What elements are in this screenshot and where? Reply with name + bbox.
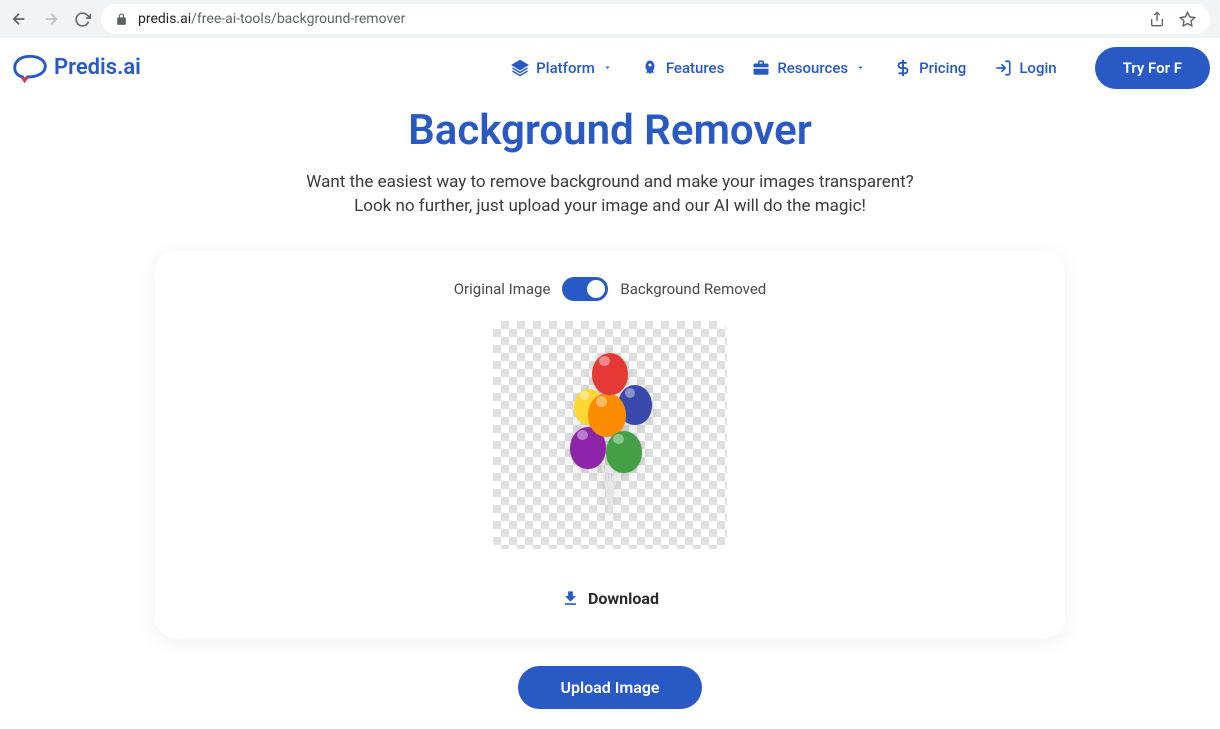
balloon-green xyxy=(606,431,642,473)
caret-down-icon xyxy=(602,62,613,73)
back-button[interactable] xyxy=(10,10,28,28)
image-preview xyxy=(493,321,727,549)
toggle-label-removed: Background Removed xyxy=(620,280,766,298)
star-icon[interactable] xyxy=(1179,11,1196,28)
nav-platform[interactable]: Platform xyxy=(511,59,613,77)
view-toggle[interactable] xyxy=(562,277,608,301)
nav-resources-label: Resources xyxy=(777,59,848,77)
page-subtitle: Want the easiest way to remove backgroun… xyxy=(20,171,1200,219)
balloons-image xyxy=(550,345,670,525)
nav-resources[interactable]: Resources xyxy=(752,59,866,77)
toggle-label-original: Original Image xyxy=(454,280,551,298)
result-card: Original Image Background Removed xyxy=(155,251,1065,638)
login-icon xyxy=(994,59,1012,77)
url-host: predis.ai xyxy=(138,11,191,27)
nav-pricing-label: Pricing xyxy=(919,59,966,77)
address-bar[interactable]: predis.ai/free-ai-tools/background-remov… xyxy=(101,4,1210,34)
upload-image-button[interactable]: Upload Image xyxy=(518,666,701,709)
page-title: Background Remover xyxy=(20,106,1200,155)
lock-icon xyxy=(115,13,128,26)
reload-button[interactable] xyxy=(74,11,91,28)
rocket-icon xyxy=(641,59,659,77)
toolbox-icon xyxy=(752,59,770,77)
download-icon xyxy=(561,589,580,608)
caret-down-icon xyxy=(855,62,866,73)
nav-login-label: Login xyxy=(1019,59,1056,77)
logo-icon xyxy=(12,53,48,83)
site-header: Predis.ai Platform Features Resources xyxy=(0,38,1220,98)
nav-features-label: Features xyxy=(666,59,724,77)
nav-features[interactable]: Features xyxy=(641,59,724,77)
url-text: predis.ai/free-ai-tools/background-remov… xyxy=(138,11,1131,27)
balloon-red xyxy=(592,353,628,395)
browser-toolbar: predis.ai/free-ai-tools/background-remov… xyxy=(0,0,1220,38)
forward-button[interactable] xyxy=(42,10,60,28)
try-free-button[interactable]: Try For F xyxy=(1095,47,1210,89)
subtitle-line1: Want the easiest way to remove backgroun… xyxy=(306,172,913,192)
nav-items: Platform Features Resources Pricing xyxy=(511,47,1210,89)
nav-login[interactable]: Login xyxy=(994,59,1056,77)
nav-pricing[interactable]: Pricing xyxy=(894,59,966,77)
dollar-icon xyxy=(894,59,912,77)
subtitle-line2: Look no further, just upload your image … xyxy=(354,196,866,216)
url-path: /free-ai-tools/background-remover xyxy=(191,11,405,27)
logo-text: Predis.ai xyxy=(54,55,141,80)
nav-arrows xyxy=(10,10,91,28)
toggle-row: Original Image Background Removed xyxy=(185,277,1035,301)
download-label: Download xyxy=(588,589,659,608)
toggle-knob xyxy=(587,280,605,298)
download-button[interactable]: Download xyxy=(185,589,1035,608)
main-content: Background Remover Want the easiest way … xyxy=(0,98,1220,729)
share-icon[interactable] xyxy=(1149,11,1165,27)
layers-icon xyxy=(511,59,529,77)
logo[interactable]: Predis.ai xyxy=(12,53,141,83)
addressbar-actions xyxy=(1149,11,1196,28)
nav-platform-label: Platform xyxy=(536,59,595,77)
balloon-orange xyxy=(588,393,626,437)
